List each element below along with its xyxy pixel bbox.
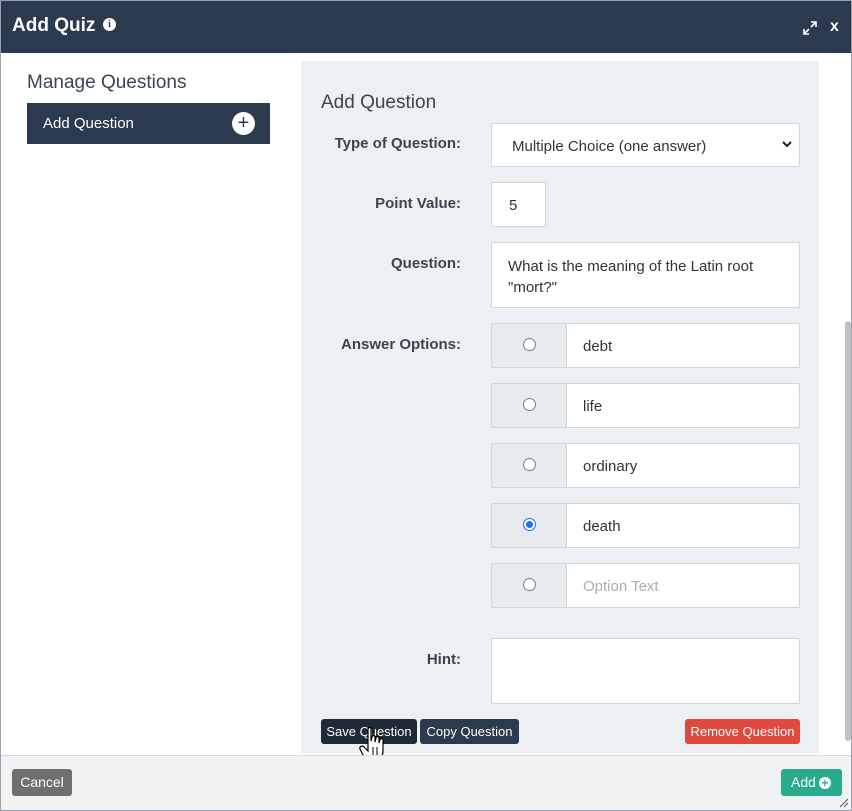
scrollbar-thumb[interactable] [845,321,851,741]
dialog-footer [1,755,851,810]
cancel-button[interactable]: Cancel [12,769,72,796]
point-value-input[interactable]: 5 [491,182,546,227]
answer-radio[interactable] [523,458,536,471]
title-bar: Add Quiz i x [1,1,851,53]
answer-radio[interactable] [523,578,536,591]
answer-option-input[interactable]: death [566,503,800,548]
add-button[interactable]: Add + [781,769,842,796]
question-text: What is the meaning of the Latin root "m… [508,258,754,296]
answer-option-text: debt [583,338,613,355]
answer-option-input[interactable]: debt [566,323,800,368]
vertical-scrollbar[interactable] [843,53,851,755]
answer-option-input[interactable]: life [566,383,800,428]
dialog-title: Add Quiz [12,15,96,36]
remove-question-button[interactable]: Remove Question [685,719,800,744]
question-type-value: Multiple Choice (one answer) [512,138,707,155]
answer-option: death [491,503,800,548]
sidebar-item-add-question[interactable]: Add Question + [27,103,270,144]
add-button-label: Add [791,774,816,790]
point-value-label: Point Value: [375,195,461,212]
question-textarea[interactable]: What is the meaning of the Latin root "m… [491,242,800,308]
answer-options-label: Answer Options: [340,336,461,353]
hint-label: Hint: [426,651,461,668]
answer-option: ordinary [491,443,800,488]
answer-option: Option Text [491,563,800,608]
answer-radio-selected[interactable] [523,518,536,531]
answer-option-text: ordinary [583,458,638,475]
info-icon[interactable]: i [103,18,116,31]
question-type-select[interactable]: Multiple Choice (one answer) [491,123,800,167]
chevron-down-icon [782,141,792,148]
add-quiz-dialog: Add Quiz i x Manage Questions Add Questi… [0,0,852,811]
copy-question-button[interactable]: Copy Question [420,719,519,744]
sidebar-item-label: Add Question [43,115,134,132]
type-of-question-label: Type of Question: [334,135,461,152]
point-value-text: 5 [509,197,518,214]
hint-textarea[interactable] [491,638,800,704]
answer-option: life [491,383,800,428]
answer-option-text: life [583,398,603,415]
radio-cell [491,503,567,548]
answer-option: debt [491,323,800,368]
answer-option-placeholder: Option Text [583,578,659,595]
answer-radio[interactable] [523,338,536,351]
answer-radio[interactable] [523,398,536,411]
plus-circle-icon[interactable]: + [232,112,255,135]
plus-circle-icon: + [819,777,831,789]
expand-icon[interactable] [803,21,817,35]
answer-option-input[interactable]: ordinary [566,443,800,488]
question-label: Question: [391,255,461,272]
manage-questions-heading: Manage Questions [27,72,187,93]
radio-cell [491,323,567,368]
answer-option-input[interactable]: Option Text [566,563,800,608]
radio-cell [491,383,567,428]
close-icon[interactable]: x [830,18,839,36]
resize-grip-icon[interactable] [837,796,849,808]
radio-cell [491,563,567,608]
add-question-heading: Add Question [321,92,437,113]
radio-cell [491,443,567,488]
answer-option-text: death [583,518,621,535]
